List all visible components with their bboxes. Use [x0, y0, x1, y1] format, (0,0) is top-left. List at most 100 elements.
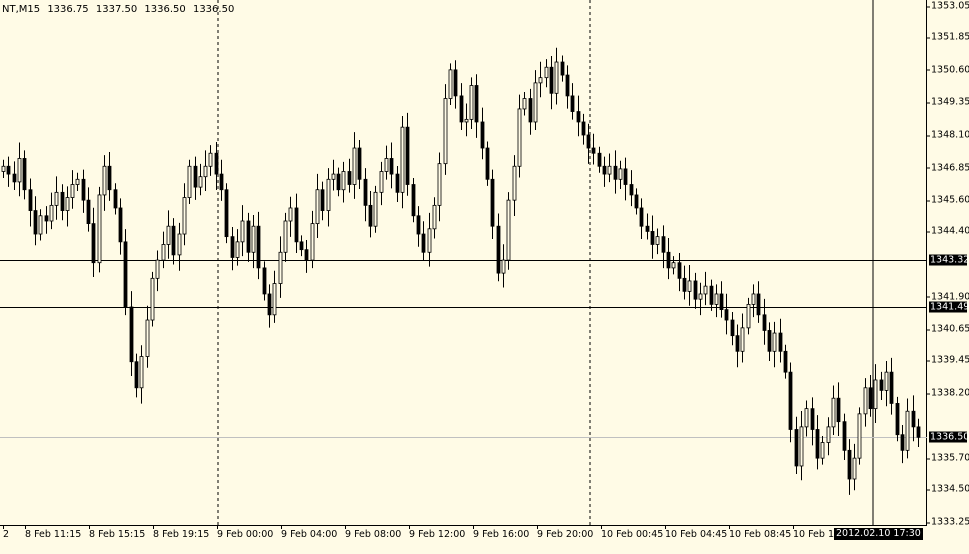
candle	[788, 362, 793, 443]
candle	[591, 133, 596, 165]
candle	[219, 159, 224, 201]
candle	[756, 281, 761, 323]
candle	[863, 378, 868, 427]
candle	[97, 186, 102, 273]
candle	[113, 183, 118, 215]
candle	[459, 83, 464, 131]
candle	[400, 115, 405, 209]
candle	[453, 60, 458, 109]
candle	[506, 192, 511, 270]
candle	[70, 170, 75, 209]
candle	[230, 226, 235, 271]
candle	[799, 410, 804, 481]
candle	[852, 443, 857, 491]
candle	[794, 416, 799, 475]
candle	[326, 168, 331, 227]
candle	[501, 244, 506, 288]
candle	[629, 170, 634, 207]
candle	[38, 209, 43, 241]
price-tick-label: 1339.45	[926, 354, 969, 366]
chart-window[interactable]: NT,M15 1336.75 1337.50 1336.50 1336.50 1…	[0, 0, 969, 554]
candle	[315, 173, 320, 238]
candle	[347, 158, 352, 193]
candle	[576, 95, 581, 137]
candle	[416, 206, 421, 247]
candle	[161, 231, 166, 269]
candle	[884, 360, 889, 407]
candle	[208, 145, 213, 176]
candle	[283, 212, 288, 262]
candle	[879, 371, 884, 401]
candle	[522, 92, 527, 116]
candle	[820, 436, 825, 465]
time-tick-label: 8 Feb 11:15	[25, 526, 82, 540]
time-tick-label: 10 Feb 00:45	[601, 526, 664, 540]
candle	[81, 169, 86, 213]
candle	[432, 197, 437, 239]
price-tick-label: 1340.65	[926, 323, 969, 335]
candle	[900, 425, 905, 464]
candle	[836, 382, 841, 436]
candle	[533, 70, 538, 131]
candle	[724, 293, 729, 335]
candle	[421, 221, 426, 261]
candle	[331, 159, 336, 191]
candle	[826, 417, 831, 456]
candle	[905, 398, 910, 459]
candle	[134, 353, 139, 398]
candle	[512, 155, 517, 217]
price-tick-label: 1338.20	[926, 387, 969, 399]
plot-area[interactable]: NT,M15 1336.75 1337.50 1336.50 1336.50	[0, 0, 927, 526]
candle	[767, 322, 772, 361]
candle	[613, 150, 618, 194]
time-tick-label: 9 Feb 12:00	[409, 526, 466, 540]
candle	[224, 183, 229, 244]
candle	[469, 77, 474, 130]
candle	[778, 318, 783, 363]
candle	[544, 59, 549, 88]
price-chart[interactable]	[0, 0, 927, 526]
price-axis[interactable]: 1353.05 1351.85 1350.60 1349.35 1348.10 1346.…	[926, 0, 969, 528]
candle	[299, 235, 304, 257]
candle	[623, 157, 628, 201]
candle	[86, 187, 91, 232]
candle	[336, 167, 341, 197]
candle	[12, 161, 17, 190]
candle	[107, 151, 112, 201]
candle	[304, 240, 309, 273]
price-tick-label: 1345.60	[926, 194, 969, 206]
candle	[28, 178, 33, 227]
candle	[395, 166, 400, 202]
candle	[75, 172, 80, 192]
symbol-ohlc-header: NT,M15 1336.75 1337.50 1336.50 1336.50	[2, 4, 238, 15]
candle	[671, 256, 676, 275]
candle	[379, 161, 384, 206]
candle	[746, 297, 751, 335]
candle	[687, 265, 692, 306]
candle	[714, 284, 719, 318]
candle	[581, 113, 586, 145]
candle	[490, 169, 495, 239]
candle	[102, 155, 107, 211]
price-tick-label: 1334.50	[926, 483, 969, 495]
time-axis[interactable]: 2 8 Feb 11:15 8 Feb 15:15 8 Feb 19:15 9 Feb …	[0, 526, 927, 554]
candle	[496, 213, 501, 282]
candle	[889, 357, 894, 415]
candle	[565, 65, 570, 109]
candle	[682, 265, 687, 300]
candle	[246, 212, 251, 262]
candle	[341, 161, 346, 203]
candle	[842, 413, 847, 460]
price-tick-label: 1353.05	[926, 0, 969, 12]
candle	[166, 210, 171, 259]
candle	[389, 142, 394, 189]
symbol-label: NT,M15	[2, 4, 41, 15]
low-value: 1336.50	[144, 4, 186, 15]
candle	[448, 63, 453, 106]
candle	[751, 284, 756, 318]
time-tick-label: 9 Feb 04:00	[281, 526, 338, 540]
candle	[22, 150, 27, 200]
candle	[464, 103, 469, 137]
candle	[373, 185, 378, 233]
candle	[661, 225, 666, 269]
